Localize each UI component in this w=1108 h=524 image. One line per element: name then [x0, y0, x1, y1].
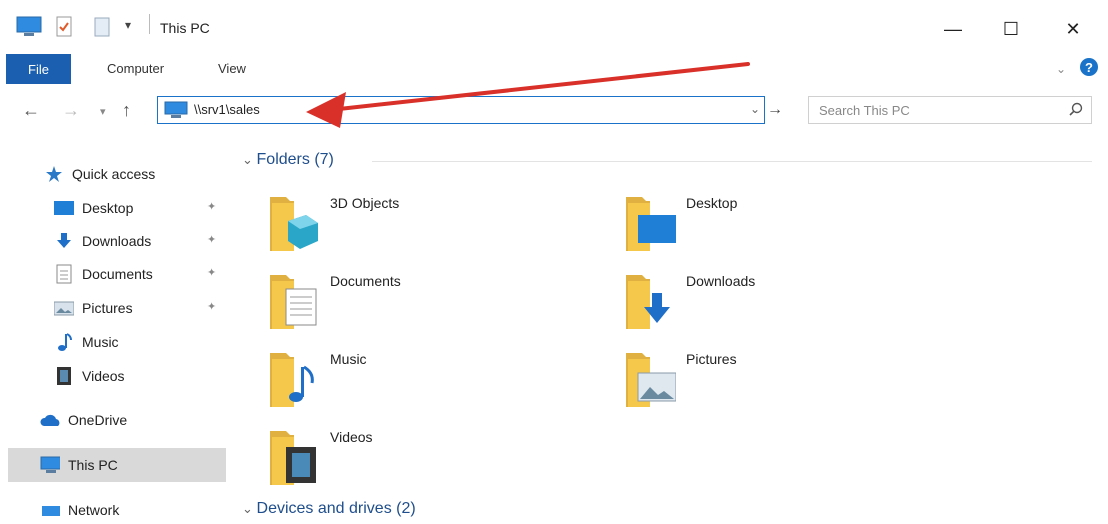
- folder-icon: [626, 197, 676, 251]
- folder-label: Documents: [330, 273, 401, 289]
- folder-documents[interactable]: Documents: [268, 269, 588, 339]
- desktop-icon: [54, 198, 74, 218]
- sidebar-item-label: Network: [68, 502, 120, 518]
- network-icon: [40, 500, 60, 520]
- minimize-button[interactable]: —: [933, 12, 973, 46]
- sidebar-item-documents[interactable]: Documents: [54, 260, 153, 288]
- sidebar-item-pictures[interactable]: Pictures: [54, 294, 133, 322]
- close-button[interactable]: ✕: [1053, 12, 1093, 46]
- help-icon[interactable]: ?: [1079, 57, 1099, 82]
- folder-icon: [270, 431, 316, 485]
- sidebar-item-downloads[interactable]: Downloads: [54, 227, 151, 255]
- sidebar-item-label: Desktop: [82, 200, 134, 216]
- cloud-icon: [40, 410, 60, 430]
- folders-group-header[interactable]: ⌄ Folders (7): [242, 151, 334, 169]
- properties-icon[interactable]: [52, 16, 76, 43]
- go-arrow-icon[interactable]: →: [767, 101, 783, 119]
- group-title: Devices and drives (2): [256, 500, 416, 517]
- sidebar-item-label: OneDrive: [68, 412, 128, 428]
- new-folder-icon[interactable]: [90, 16, 114, 43]
- pin-icon[interactable]: ✦: [207, 266, 216, 279]
- search-placeholder: Search This PC: [819, 103, 910, 118]
- folder-icon: [270, 197, 318, 251]
- svg-text:?: ?: [1085, 60, 1093, 75]
- pin-icon[interactable]: ✦: [207, 233, 216, 246]
- folder-label: Videos: [330, 429, 373, 445]
- sidebar-item-music[interactable]: Music: [54, 328, 119, 356]
- chevron-down-icon[interactable]: ⌄: [750, 102, 760, 116]
- maximize-button[interactable]: ☐: [991, 12, 1031, 46]
- expand-ribbon-icon[interactable]: ⌄: [1056, 62, 1066, 76]
- folder-pictures[interactable]: Pictures: [624, 347, 944, 417]
- music-icon: [54, 332, 74, 352]
- sidebar-item-label: Quick access: [72, 166, 156, 182]
- sidebar-item-label: Pictures: [82, 300, 133, 316]
- folder-videos[interactable]: Videos: [268, 425, 588, 495]
- chevron-down-icon: ⌄: [242, 501, 257, 516]
- folder-desktop[interactable]: Desktop: [624, 191, 944, 261]
- sidebar-item-videos[interactable]: Videos: [54, 362, 125, 390]
- customize-toolbar-icon[interactable]: ▾: [125, 18, 131, 32]
- folder-3d-objects[interactable]: 3D Objects: [268, 191, 588, 261]
- search-icon[interactable]: [1069, 102, 1083, 116]
- up-icon[interactable]: ↑: [122, 100, 131, 121]
- computer-icon: [16, 16, 44, 43]
- folder-label: Pictures: [686, 351, 737, 367]
- back-icon[interactable]: ←: [22, 100, 40, 121]
- divider: [372, 161, 1092, 162]
- film-icon: [54, 366, 74, 386]
- ribbon: [0, 52, 1108, 86]
- folder-music[interactable]: Music: [268, 347, 588, 417]
- sidebar-item-network[interactable]: Network: [40, 496, 119, 524]
- pin-icon[interactable]: ✦: [207, 200, 216, 213]
- folder-label: Downloads: [686, 273, 756, 289]
- sidebar-item-label: This PC: [68, 457, 118, 473]
- group-title: Folders (7): [256, 151, 334, 168]
- download-icon: [54, 231, 74, 251]
- tab-file[interactable]: File: [6, 54, 71, 84]
- sidebar-item-label: Downloads: [82, 233, 152, 249]
- recent-locations-icon[interactable]: ▾: [100, 105, 106, 118]
- computer-icon: [40, 455, 60, 475]
- folder-icon: [626, 353, 676, 407]
- forward-icon[interactable]: →: [62, 100, 80, 121]
- window-title: This PC: [160, 20, 210, 36]
- sidebar-item-label: Videos: [82, 368, 125, 384]
- sidebar-item-label: Music: [82, 334, 119, 350]
- sidebar-item-this-pc[interactable]: This PC: [40, 451, 118, 479]
- sidebar-item-label: Documents: [82, 266, 153, 282]
- folder-label: Music: [330, 351, 367, 367]
- folder-label: 3D Objects: [330, 195, 400, 211]
- address-bar[interactable]: \\srv1\sales ⌄: [157, 96, 765, 124]
- computer-icon: [164, 101, 188, 124]
- tab-view[interactable]: View: [218, 61, 246, 76]
- address-path: \\srv1\sales: [194, 102, 260, 117]
- folder-downloads[interactable]: Downloads: [624, 269, 944, 339]
- close-icon: ✕: [1065, 18, 1081, 39]
- divider: [149, 14, 150, 34]
- sidebar-item-onedrive[interactable]: OneDrive: [40, 406, 127, 434]
- pictures-icon: [54, 298, 74, 318]
- folder-label: Desktop: [686, 195, 738, 211]
- devices-group-header[interactable]: ⌄ Devices and drives (2): [242, 500, 416, 518]
- sidebar-item-desktop[interactable]: Desktop: [54, 194, 133, 222]
- chevron-down-icon: ⌄: [242, 152, 257, 167]
- minimize-icon: —: [944, 18, 962, 39]
- folder-icon: [270, 353, 314, 407]
- maximize-icon: ☐: [1002, 18, 1020, 39]
- document-icon: [54, 264, 74, 284]
- search-input[interactable]: Search This PC: [808, 96, 1092, 124]
- star-icon: [44, 164, 64, 184]
- sidebar-item-quick-access[interactable]: Quick access: [44, 160, 155, 188]
- folder-icon: [270, 275, 317, 329]
- tab-computer[interactable]: Computer: [107, 61, 164, 76]
- pin-icon[interactable]: ✦: [207, 300, 216, 313]
- folder-icon: [626, 275, 670, 329]
